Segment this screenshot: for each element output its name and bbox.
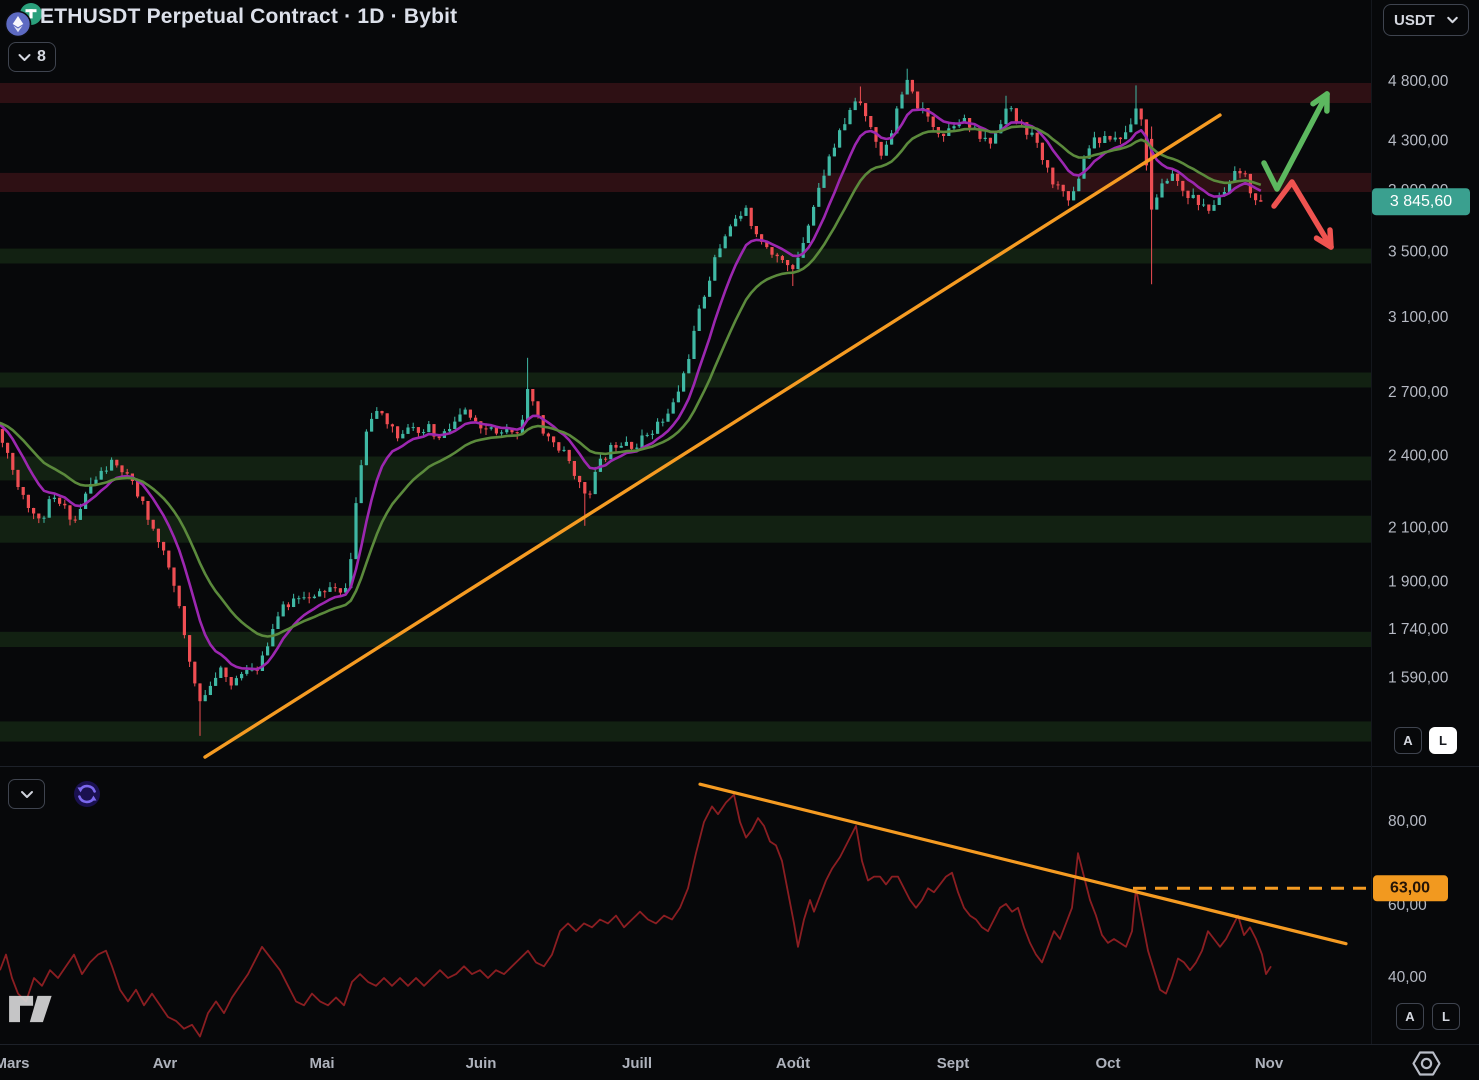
refresh-icon[interactable] [73,780,101,808]
trading-chart-window: { "colors": { "background": "#07080a", "… [0,0,1479,1080]
support-zone [0,516,1372,543]
log-scale-label: L [1439,733,1447,748]
price-tick-label: 1 900,00 [1388,574,1449,591]
price-tick-label: 1 590,00 [1388,670,1449,687]
ascending-trendline[interactable] [205,115,1220,757]
axis-settings-icon[interactable] [1411,1048,1442,1079]
log-scale-button-indicator[interactable]: L [1432,1003,1460,1030]
price-tick-label: 2 100,00 [1388,519,1449,536]
currency-selector[interactable]: USDT [1383,4,1469,36]
auto-scale-button-indicator[interactable]: A [1396,1003,1424,1030]
price-tick-label: 4 800,00 [1388,73,1449,90]
price-tick-label: 1 740,00 [1388,621,1449,638]
resistance-zone [0,83,1372,103]
symbol-title: ETHUSDT Perpetual Contract · 1D · Bybit [40,5,457,29]
support-zone [0,373,1372,388]
month-label: Août [776,1055,810,1072]
chevron-down-icon [20,790,34,799]
rsi-panel [0,784,1371,1036]
time-axis[interactable]: Mars Avr Mai Juin Juill Août Sept Oct Nov [0,1055,1284,1072]
log-scale-label: L [1442,1009,1450,1024]
auto-scale-label: A [1405,1009,1414,1024]
indicator-list-toggle[interactable]: 8 [8,42,56,72]
rsi-descending-trendline[interactable] [700,784,1346,944]
price-tick-label: 3 100,00 [1388,309,1449,326]
current-price-value: 3 845,60 [1390,193,1452,210]
price-tick-label: 4 300,00 [1388,132,1449,149]
price-tick-label: 3 500,00 [1388,244,1449,261]
auto-scale-button-main[interactable]: A [1394,727,1422,754]
month-label: Juin [466,1055,497,1072]
support-zone [0,721,1372,741]
currency-label: USDT [1394,12,1435,29]
month-label: Mars [0,1055,30,1072]
price-tick-label: 2 700,00 [1388,384,1449,401]
chevron-down-icon [18,53,31,62]
price-axis[interactable]: 4 800,00 4 300,00 3 500,00 3 100,00 2 700,00… [1372,73,1470,986]
month-label: Avr [153,1055,178,1072]
ma-fast-line [0,110,1261,670]
auto-scale-label: A [1403,733,1412,748]
month-label: Oct [1095,1055,1120,1072]
rsi-line [0,795,1271,1037]
log-scale-button-main[interactable]: L [1429,727,1457,754]
indicator-panel-collapse[interactable] [8,779,45,809]
main-chart-canvas[interactable]: 4 800,00 4 300,00 3 500,00 3 100,00 2 700,00… [0,0,1479,1080]
indicator-count: 8 [37,48,46,66]
month-label: Mai [309,1055,334,1072]
price-tick-label: 2 400,00 [1388,447,1449,464]
ethereum-icon [6,12,31,37]
month-label: Juill [622,1055,652,1072]
support-zone [0,457,1372,481]
rsi-tick-label: 40,00 [1388,969,1427,986]
support-zone [0,249,1372,264]
rsi-level-value: 63,00 [1390,880,1430,897]
month-label: Nov [1255,1055,1284,1072]
month-label: Sept [937,1055,970,1072]
page-title: ETHUSDT Perpetual Contract · 1D · Bybit [40,5,457,29]
chevron-down-icon [1447,16,1458,24]
rsi-tick-label: 80,00 [1388,813,1427,830]
tradingview-logo[interactable] [8,992,56,1026]
